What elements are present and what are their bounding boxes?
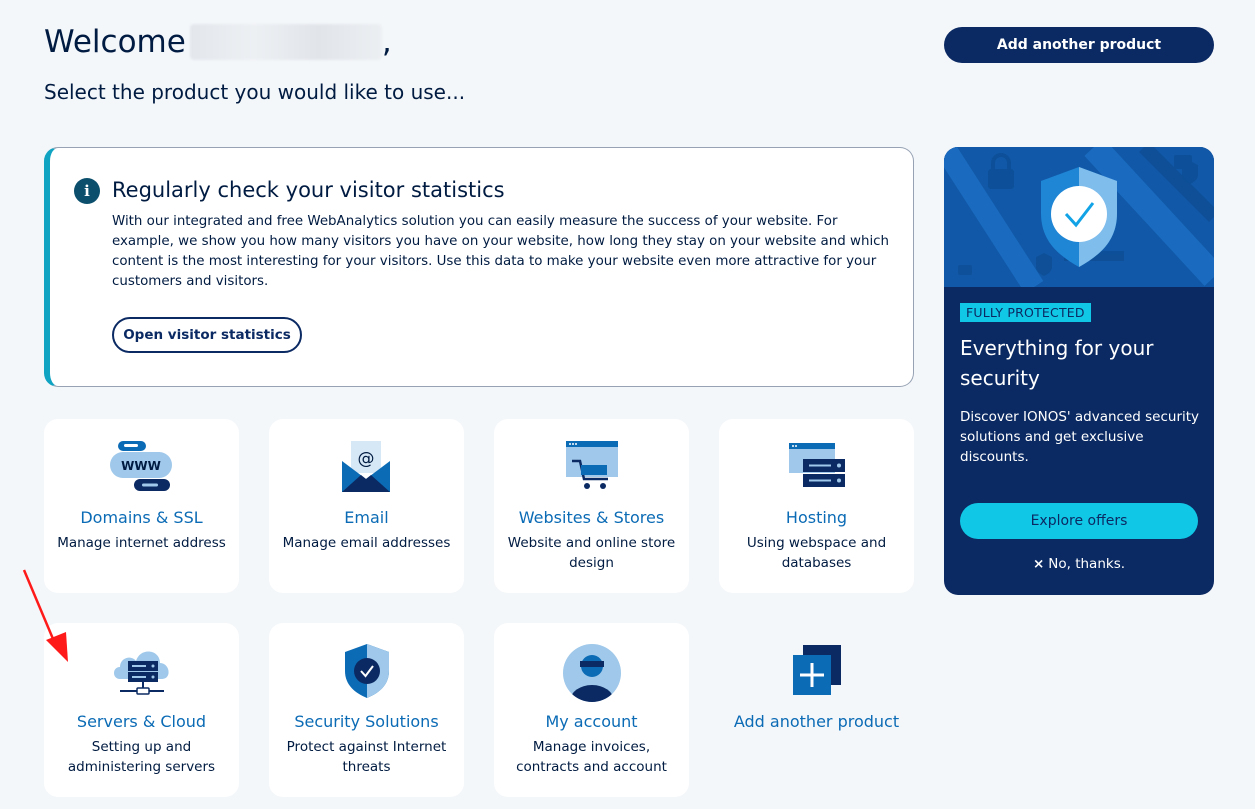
add-another-product-button[interactable]: Add another product [944,27,1214,63]
tile-title: Security Solutions [294,712,439,731]
tile-title: Websites & Stores [518,508,665,527]
user-name-redacted [189,24,382,60]
www-icon-text: WWW [121,459,161,473]
promo-title: Everything for your security [960,336,1154,390]
promo-text: Discover IONOS' advanced security soluti… [960,409,1200,465]
visitor-statistics-card: i Regularly check your visitor statistic… [44,147,914,387]
no-thanks-link[interactable]: × No, thanks. [944,556,1214,572]
tile-desc: Website and online store design [507,535,676,571]
security-promo-card: FULLY PROTECTED Everything for your secu… [944,147,1214,595]
tile-desc: Manage internet address [57,535,226,551]
red-arrow-annotation [22,569,68,662]
user-icon [562,644,621,702]
tile-hosting[interactable]: Hosting Using webspace and databases [719,419,914,593]
tile-desc: Setting up and administering servers [67,739,216,775]
plus-icon [792,645,841,695]
tile-desc: Manage email addresses [282,535,451,551]
shield-icon [344,644,389,698]
welcome-comma: , [381,24,392,60]
security-shield-illustration [944,147,1214,287]
cloud-server-icon [113,651,169,695]
shopping-cart-icon [565,441,618,489]
server-icon [788,443,845,487]
tile-my-account[interactable]: My account Manage invoices, contracts an… [494,623,689,797]
email-icon-text: @ [357,449,374,469]
info-card-title: Regularly check your visitor statistics [112,178,505,202]
tile-add-another-product[interactable]: Add another product [719,623,914,797]
fully-protected-badge: FULLY PROTECTED [960,303,1091,322]
tile-title: Hosting [785,508,848,527]
tile-desc: Manage invoices, contracts and account [516,739,667,775]
www-icon: WWW [109,441,172,491]
info-card-text: With our integrated and free WebAnalytic… [112,214,890,289]
tile-title: Servers & Cloud [76,712,207,731]
tile-title: Email [344,508,389,527]
tile-desc: Protect against Internet threats [286,739,447,775]
tile-title: Domains & SSL [80,508,203,527]
tile-title: My account [545,712,638,731]
info-icon: i [74,178,100,204]
tile-security-solutions[interactable]: Security Solutions Protect against Inter… [269,623,464,797]
no-thanks-label: No, thanks. [1048,556,1126,572]
tile-websites-stores[interactable]: Websites & Stores Website and online sto… [494,419,689,593]
email-icon: @ [341,441,390,492]
explore-offers-button[interactable]: Explore offers [960,503,1198,539]
tile-desc: Using webspace and databases [746,535,887,571]
close-icon: × [1032,556,1045,572]
welcome-heading: Welcome , [44,24,392,60]
tile-email[interactable]: @ Email Manage email addresses [269,419,464,593]
tile-title: Add another product [733,712,900,731]
welcome-text: Welcome [44,24,186,60]
open-visitor-statistics-button[interactable]: Open visitor statistics [112,317,302,353]
page-subtitle: Select the product you would like to use… [44,80,466,104]
